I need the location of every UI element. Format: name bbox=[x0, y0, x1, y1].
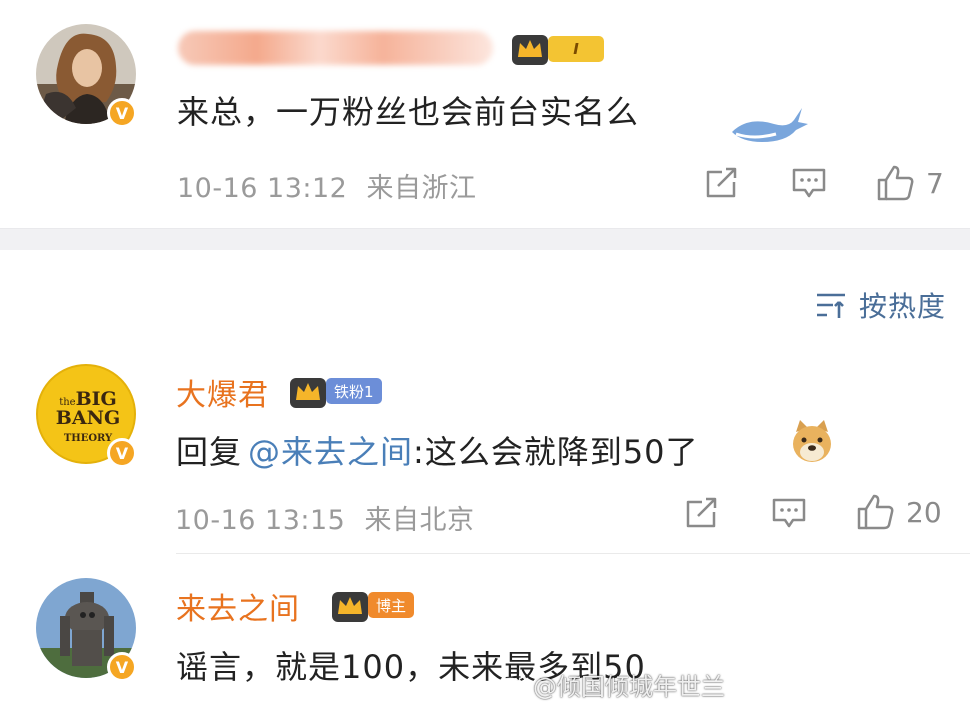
comment-icon bbox=[792, 168, 826, 198]
comment-location: 来自北京 bbox=[364, 505, 475, 536]
whale-sticker-icon bbox=[732, 108, 808, 142]
like-count: 20 bbox=[906, 495, 942, 529]
comment-text: 来总，一万粉丝也会前台实名么 bbox=[177, 93, 640, 131]
doge-emoji-icon bbox=[793, 420, 831, 462]
verified-badge-icon: V bbox=[107, 98, 137, 128]
avatar-logo-theory: THEORY bbox=[63, 433, 113, 444]
weibo-logo-icon bbox=[495, 673, 528, 698]
like-button[interactable]: 7 bbox=[876, 164, 944, 202]
share-icon bbox=[686, 497, 717, 528]
reply-button[interactable] bbox=[771, 496, 807, 530]
reply-prefix: 回复 bbox=[176, 433, 243, 471]
rank-badge: I bbox=[548, 36, 604, 62]
like-count: 7 bbox=[926, 166, 944, 200]
mention-link[interactable]: @来去之间 bbox=[248, 433, 413, 471]
verified-badge-icon: V bbox=[107, 438, 137, 468]
thumbs-up-icon bbox=[857, 494, 894, 530]
comment-body: :这么会就降到50了 bbox=[413, 433, 699, 471]
comment-text: 回复 @来去之间:这么会就降到50了 bbox=[176, 427, 699, 473]
share-button[interactable] bbox=[684, 496, 720, 530]
watermark-text: @倾国倾城年世兰 bbox=[533, 673, 725, 701]
share-button[interactable] bbox=[704, 166, 740, 200]
watermark: @倾国倾城年世兰 bbox=[495, 667, 725, 702]
username[interactable]: 大爆君 bbox=[176, 370, 269, 414]
reply-button[interactable] bbox=[791, 166, 827, 200]
thumbs-up-icon bbox=[877, 165, 914, 201]
comment-date: 10-16 13:15 bbox=[175, 505, 346, 536]
like-button[interactable]: 20 bbox=[856, 493, 942, 531]
comment-icon bbox=[772, 498, 806, 528]
share-icon bbox=[706, 167, 737, 198]
comment-date: 10-16 13:12 bbox=[177, 173, 348, 204]
comment-item: V 来去之间 博主 谣言，就是100，未来最多到50 bbox=[0, 554, 970, 706]
avatar-logo-bang: BANG bbox=[55, 407, 121, 429]
username-redacted[interactable] bbox=[178, 31, 493, 65]
comment-item: theBIG BANG THEORY V 大爆君 铁粉1 回复 @来去之间:这么会… bbox=[0, 360, 970, 553]
comment-meta: 10-16 13:12 来自浙江 bbox=[177, 166, 476, 205]
verified-badge-icon: V bbox=[107, 652, 137, 682]
sort-button[interactable]: 按热度 bbox=[815, 285, 946, 325]
sort-label: 按热度 bbox=[858, 290, 946, 323]
big-bang-theory-logo-avatar: theBIG BANG THEORY bbox=[52, 390, 124, 444]
comment-item: V I 来总，一万粉丝也会前台实名么 10-16 13:12 来自浙江 7 bbox=[0, 0, 970, 228]
sort-icon bbox=[816, 293, 845, 318]
rank-badge: 博主 bbox=[368, 592, 415, 618]
comment-meta: 10-16 13:15 来自北京 bbox=[175, 498, 474, 537]
crown-icon bbox=[512, 35, 548, 65]
rank-badge: 铁粉1 bbox=[326, 378, 382, 404]
username[interactable]: 来去之间 bbox=[176, 584, 300, 628]
crown-icon bbox=[332, 592, 368, 622]
comment-location: 来自浙江 bbox=[366, 173, 477, 204]
crown-icon bbox=[290, 378, 326, 408]
section-separator bbox=[0, 228, 970, 250]
